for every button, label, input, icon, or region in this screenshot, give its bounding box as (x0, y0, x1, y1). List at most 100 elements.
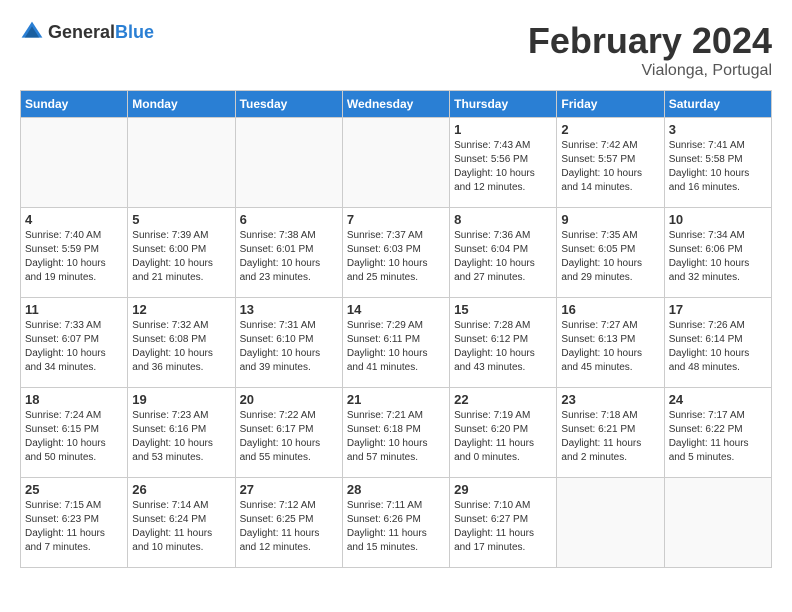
day-number: 27 (240, 482, 338, 497)
calendar-cell: 26 Sunrise: 7:14 AM Sunset: 6:24 PM Dayli… (128, 478, 235, 568)
day-info: Sunrise: 7:31 AM Sunset: 6:10 PM Dayligh… (240, 319, 338, 375)
day-number: 5 (132, 212, 230, 227)
day-info: Sunrise: 7:29 AM Sunset: 6:11 PM Dayligh… (347, 319, 445, 375)
location: Vialonga, Portugal (528, 62, 772, 80)
day-number: 9 (561, 212, 659, 227)
calendar-header-row: SundayMondayTuesdayWednesdayThursdayFrid… (21, 91, 772, 118)
day-info: Sunrise: 7:36 AM Sunset: 6:04 PM Dayligh… (454, 229, 552, 285)
weekday-header: Monday (128, 91, 235, 118)
day-info: Sunrise: 7:23 AM Sunset: 6:16 PM Dayligh… (132, 409, 230, 465)
day-number: 15 (454, 302, 552, 317)
day-info: Sunrise: 7:32 AM Sunset: 6:08 PM Dayligh… (132, 319, 230, 375)
day-info: Sunrise: 7:35 AM Sunset: 6:05 PM Dayligh… (561, 229, 659, 285)
calendar-cell (342, 118, 449, 208)
day-number: 11 (25, 302, 123, 317)
calendar-cell: 15 Sunrise: 7:28 AM Sunset: 6:12 PM Dayli… (450, 298, 557, 388)
calendar-cell: 23 Sunrise: 7:18 AM Sunset: 6:21 PM Dayli… (557, 388, 664, 478)
calendar-cell: 6 Sunrise: 7:38 AM Sunset: 6:01 PM Daylig… (235, 208, 342, 298)
weekday-header: Saturday (664, 91, 771, 118)
day-info: Sunrise: 7:41 AM Sunset: 5:58 PM Dayligh… (669, 139, 767, 195)
weekday-header: Sunday (21, 91, 128, 118)
calendar-cell (557, 478, 664, 568)
day-number: 14 (347, 302, 445, 317)
calendar-cell: 29 Sunrise: 7:10 AM Sunset: 6:27 PM Dayli… (450, 478, 557, 568)
day-info: Sunrise: 7:43 AM Sunset: 5:56 PM Dayligh… (454, 139, 552, 195)
calendar-cell: 3 Sunrise: 7:41 AM Sunset: 5:58 PM Daylig… (664, 118, 771, 208)
day-number: 20 (240, 392, 338, 407)
title-area: February 2024 Vialonga, Portugal (528, 20, 772, 80)
calendar-cell: 13 Sunrise: 7:31 AM Sunset: 6:10 PM Dayli… (235, 298, 342, 388)
weekday-header: Wednesday (342, 91, 449, 118)
day-info: Sunrise: 7:38 AM Sunset: 6:01 PM Dayligh… (240, 229, 338, 285)
day-number: 16 (561, 302, 659, 317)
day-info: Sunrise: 7:14 AM Sunset: 6:24 PM Dayligh… (132, 499, 230, 555)
calendar-cell: 21 Sunrise: 7:21 AM Sunset: 6:18 PM Dayli… (342, 388, 449, 478)
day-info: Sunrise: 7:28 AM Sunset: 6:12 PM Dayligh… (454, 319, 552, 375)
calendar-week-row: 11Sunrise: 7:33 AM Sunset: 6:07 PM Dayli… (21, 298, 772, 388)
day-info: Sunrise: 7:18 AM Sunset: 6:21 PM Dayligh… (561, 409, 659, 465)
day-number: 18 (25, 392, 123, 407)
calendar-cell: 25Sunrise: 7:15 AM Sunset: 6:23 PM Dayli… (21, 478, 128, 568)
calendar-cell: 18 Sunrise: 7:24 AM Sunset: 6:15 PM Dayli… (21, 388, 128, 478)
calendar-week-row: 1 Sunrise: 7:43 AM Sunset: 5:56 PM Daylig… (21, 118, 772, 208)
calendar-cell: 2 Sunrise: 7:42 AM Sunset: 5:57 PM Daylig… (557, 118, 664, 208)
day-number: 22 (454, 392, 552, 407)
calendar-cell: 27Sunrise: 7:12 AM Sunset: 6:25 PM Dayli… (235, 478, 342, 568)
day-number: 8 (454, 212, 552, 227)
day-number: 24 (669, 392, 767, 407)
day-number: 2 (561, 122, 659, 137)
logo-general-text: General (48, 22, 115, 42)
weekday-header: Tuesday (235, 91, 342, 118)
calendar-cell: 22 Sunrise: 7:19 AM Sunset: 6:20 PM Dayli… (450, 388, 557, 478)
page-header: GeneralBlue February 2024 Vialonga, Port… (20, 20, 772, 80)
calendar-cell (664, 478, 771, 568)
day-number: 3 (669, 122, 767, 137)
day-number: 17 (669, 302, 767, 317)
calendar-cell: 7 Sunrise: 7:37 AM Sunset: 6:03 PM Daylig… (342, 208, 449, 298)
day-info: Sunrise: 7:34 AM Sunset: 6:06 PM Dayligh… (669, 229, 767, 285)
calendar-cell (235, 118, 342, 208)
day-info: Sunrise: 7:22 AM Sunset: 6:17 PM Dayligh… (240, 409, 338, 465)
calendar-cell: 20 Sunrise: 7:22 AM Sunset: 6:17 PM Dayli… (235, 388, 342, 478)
day-number: 29 (454, 482, 552, 497)
day-info: Sunrise: 7:19 AM Sunset: 6:20 PM Dayligh… (454, 409, 552, 465)
calendar-cell: 28Sunrise: 7:11 AM Sunset: 6:26 PM Dayli… (342, 478, 449, 568)
weekday-header: Thursday (450, 91, 557, 118)
day-info: Sunrise: 7:10 AM Sunset: 6:27 PM Dayligh… (454, 499, 552, 555)
day-number: 12 (132, 302, 230, 317)
calendar-week-row: 25Sunrise: 7:15 AM Sunset: 6:23 PM Dayli… (21, 478, 772, 568)
day-number: 13 (240, 302, 338, 317)
calendar-cell: 24Sunrise: 7:17 AM Sunset: 6:22 PM Dayli… (664, 388, 771, 478)
day-info: Sunrise: 7:42 AM Sunset: 5:57 PM Dayligh… (561, 139, 659, 195)
calendar-cell: 14 Sunrise: 7:29 AM Sunset: 6:11 PM Dayli… (342, 298, 449, 388)
day-info: Sunrise: 7:24 AM Sunset: 6:15 PM Dayligh… (25, 409, 123, 465)
day-info: Sunrise: 7:15 AM Sunset: 6:23 PM Dayligh… (25, 499, 123, 555)
day-info: Sunrise: 7:40 AM Sunset: 5:59 PM Dayligh… (25, 229, 123, 285)
day-number: 1 (454, 122, 552, 137)
calendar-cell: 1 Sunrise: 7:43 AM Sunset: 5:56 PM Daylig… (450, 118, 557, 208)
day-info: Sunrise: 7:26 AM Sunset: 6:14 PM Dayligh… (669, 319, 767, 375)
day-info: Sunrise: 7:21 AM Sunset: 6:18 PM Dayligh… (347, 409, 445, 465)
day-number: 26 (132, 482, 230, 497)
logo-blue-text: Blue (115, 22, 154, 42)
day-number: 6 (240, 212, 338, 227)
calendar-cell: 16 Sunrise: 7:27 AM Sunset: 6:13 PM Dayli… (557, 298, 664, 388)
day-info: Sunrise: 7:27 AM Sunset: 6:13 PM Dayligh… (561, 319, 659, 375)
calendar-table: SundayMondayTuesdayWednesdayThursdayFrid… (20, 90, 772, 568)
calendar-week-row: 4Sunrise: 7:40 AM Sunset: 5:59 PM Daylig… (21, 208, 772, 298)
day-number: 10 (669, 212, 767, 227)
calendar-cell: 8 Sunrise: 7:36 AM Sunset: 6:04 PM Daylig… (450, 208, 557, 298)
calendar-cell (21, 118, 128, 208)
day-number: 21 (347, 392, 445, 407)
calendar-cell: 19Sunrise: 7:23 AM Sunset: 6:16 PM Dayli… (128, 388, 235, 478)
day-number: 7 (347, 212, 445, 227)
calendar-cell: 4Sunrise: 7:40 AM Sunset: 5:59 PM Daylig… (21, 208, 128, 298)
calendar-cell (128, 118, 235, 208)
calendar-cell: 10 Sunrise: 7:34 AM Sunset: 6:06 PM Dayli… (664, 208, 771, 298)
day-info: Sunrise: 7:37 AM Sunset: 6:03 PM Dayligh… (347, 229, 445, 285)
calendar-cell: 11Sunrise: 7:33 AM Sunset: 6:07 PM Dayli… (21, 298, 128, 388)
calendar-cell: 17 Sunrise: 7:26 AM Sunset: 6:14 PM Dayli… (664, 298, 771, 388)
calendar-week-row: 18 Sunrise: 7:24 AM Sunset: 6:15 PM Dayli… (21, 388, 772, 478)
day-number: 23 (561, 392, 659, 407)
calendar-cell: 12 Sunrise: 7:32 AM Sunset: 6:08 PM Dayli… (128, 298, 235, 388)
